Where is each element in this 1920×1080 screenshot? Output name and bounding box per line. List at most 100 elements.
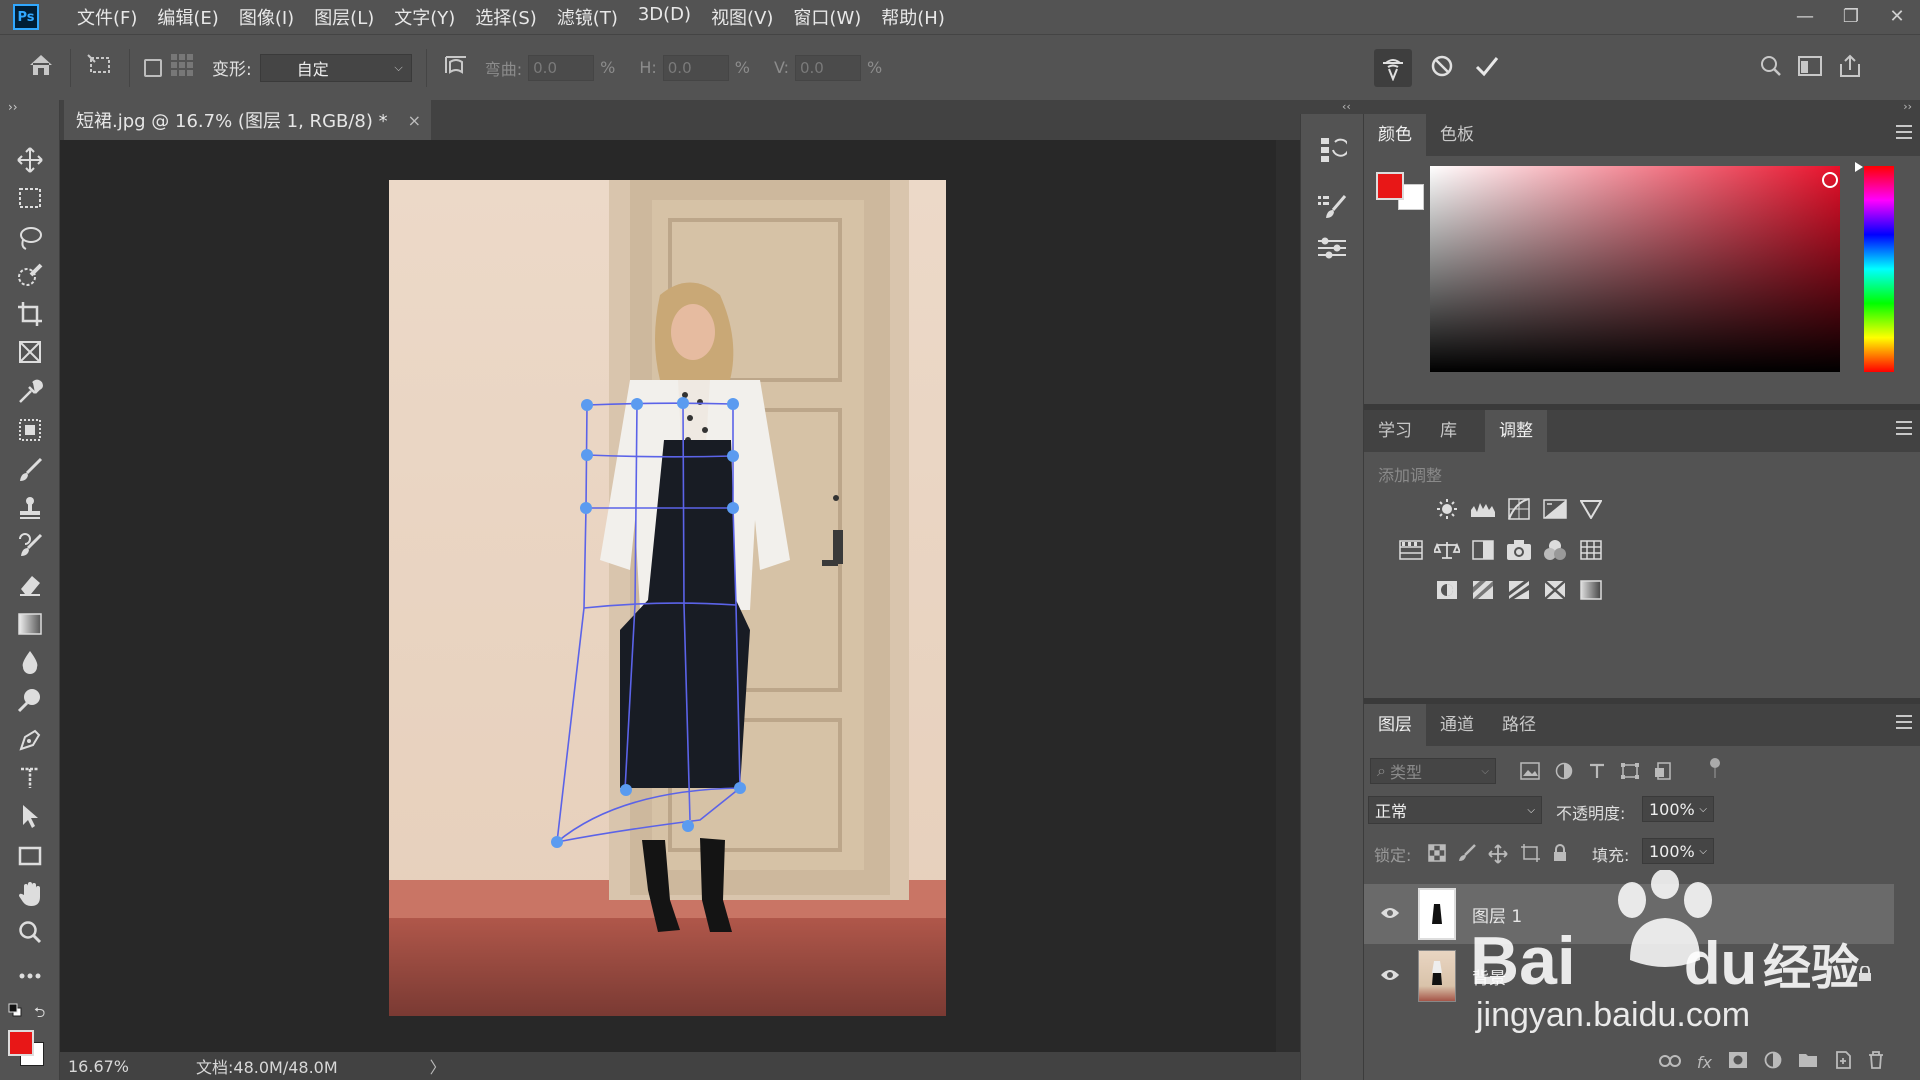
eraser-tool-icon[interactable] <box>14 568 46 600</box>
status-menu-arrow[interactable]: 〉 <box>430 1054 446 1078</box>
close-window-button[interactable]: ✕ <box>1874 0 1920 34</box>
workspace-icon[interactable] <box>1798 55 1822 82</box>
frame-tool-icon[interactable] <box>14 336 46 368</box>
menu-image[interactable]: 图像(I) <box>229 4 304 30</box>
menu-select[interactable]: 选择(S) <box>465 4 546 30</box>
dodge-tool-icon[interactable] <box>14 684 46 716</box>
properties-panel-icon[interactable] <box>1317 236 1347 265</box>
filter-toggle-switch[interactable] <box>1710 758 1720 780</box>
more-tools-icon[interactable] <box>14 960 46 992</box>
shape-filter-icon[interactable] <box>1620 762 1640 785</box>
levels-icon[interactable] <box>1470 498 1496 520</box>
exposure-icon[interactable] <box>1542 498 1568 520</box>
menu-type[interactable]: 文字(Y) <box>384 4 465 30</box>
pen-tool-icon[interactable] <box>14 724 46 756</box>
curves-icon[interactable] <box>1506 498 1532 520</box>
brush-settings-icon[interactable] <box>1317 194 1347 225</box>
tab-channels[interactable]: 通道 <box>1426 704 1488 746</box>
type-tool-icon[interactable] <box>14 762 46 794</box>
tab-layers[interactable]: 图层 <box>1364 704 1426 746</box>
new-layer-icon[interactable] <box>1834 1050 1852 1074</box>
warp-orientation-icon[interactable] <box>443 53 469 83</box>
channel-mixer-icon[interactable] <box>1542 539 1568 561</box>
h-input[interactable]: 0.0 <box>662 54 729 81</box>
menu-layer[interactable]: 图层(L) <box>304 4 384 30</box>
menu-filter[interactable]: 滤镜(T) <box>547 4 628 30</box>
posterize-icon[interactable] <box>1470 579 1496 601</box>
color-panel-menu-icon[interactable] <box>1896 125 1912 139</box>
menu-view[interactable]: 视图(V) <box>701 4 783 30</box>
pixel-filter-icon[interactable] <box>1520 762 1540 785</box>
visibility-eye-icon[interactable] <box>1372 904 1408 925</box>
new-adjustment-layer-icon[interactable] <box>1764 1051 1782 1074</box>
brightness-icon[interactable] <box>1434 498 1460 520</box>
gradient-map-icon[interactable] <box>1578 579 1604 601</box>
tab-learn[interactable]: 学习 <box>1364 410 1426 452</box>
tab-color[interactable]: 颜色 <box>1364 114 1426 156</box>
quick-selection-tool-icon[interactable] <box>14 260 46 292</box>
invert-icon[interactable] <box>1434 579 1460 601</box>
fill-input[interactable]: 100% ⌵ <box>1642 838 1714 864</box>
restore-button[interactable]: ❐ <box>1828 0 1874 34</box>
layer-filter-select[interactable]: ⌕ 类型 ⌵ <box>1370 758 1496 784</box>
history-panel-icon[interactable] <box>1319 136 1350 169</box>
healing-brush-tool-icon[interactable] <box>14 414 46 446</box>
smart-object-filter-icon[interactable] <box>1654 762 1674 785</box>
v-input[interactable]: 0.0 <box>795 54 861 81</box>
default-colors-icon[interactable] <box>8 1002 22 1022</box>
link-layers-icon[interactable] <box>1658 1052 1681 1072</box>
crop-tool-icon[interactable] <box>14 298 46 330</box>
lock-position-icon[interactable] <box>1488 844 1508 869</box>
color-balance-icon[interactable] <box>1434 539 1460 561</box>
blend-mode-select[interactable]: 正常 ⌵ <box>1368 796 1542 824</box>
layers-panel-menu-icon[interactable] <box>1896 715 1912 729</box>
minimize-button[interactable]: — <box>1782 0 1828 34</box>
lock-pixels-icon[interactable] <box>1458 844 1476 869</box>
home-icon[interactable] <box>28 53 54 83</box>
menu-window[interactable]: 窗口(W) <box>783 4 871 30</box>
vibrance-icon[interactable] <box>1578 498 1604 520</box>
type-filter-icon[interactable] <box>1588 762 1606 785</box>
color-lookup-icon[interactable] <box>1578 539 1604 561</box>
zoom-tool-icon[interactable] <box>14 916 46 948</box>
opacity-input[interactable]: 100% ⌵ <box>1642 796 1714 822</box>
gradient-tool-icon[interactable] <box>14 608 46 640</box>
adjust-panel-menu-icon[interactable] <box>1896 421 1912 435</box>
commit-transform-icon[interactable] <box>1474 54 1500 83</box>
puppet-warp-toggle[interactable] <box>1374 49 1412 87</box>
collapse-right-icon[interactable]: ›› <box>1903 100 1912 113</box>
expand-toolbar-icon[interactable]: ›› <box>8 100 18 114</box>
color-picker-marker[interactable] <box>1822 172 1838 188</box>
bend-input[interactable]: 0.0 <box>528 54 595 81</box>
collapse-left-icon[interactable]: ‹‹ <box>1342 100 1351 113</box>
close-tab-icon[interactable]: × <box>408 111 421 130</box>
transform-tool-icon[interactable] <box>87 53 113 82</box>
document-canvas[interactable] <box>60 140 1276 1052</box>
eyedropper-tool-icon[interactable] <box>14 376 46 408</box>
tab-libraries[interactable]: 库 <box>1426 410 1471 452</box>
warp-select[interactable]: 自定 ⌵ <box>259 53 412 82</box>
layer-style-icon[interactable]: fx <box>1697 1053 1712 1072</box>
delete-layer-icon[interactable] <box>1868 1050 1884 1074</box>
lasso-tool-icon[interactable] <box>14 222 46 254</box>
path-selection-tool-icon[interactable] <box>14 800 46 832</box>
tab-paths[interactable]: 路径 <box>1488 704 1550 746</box>
clone-stamp-tool-icon[interactable] <box>14 492 46 524</box>
canvas-area[interactable] <box>60 140 1300 1052</box>
tab-adjustments[interactable]: 调整 <box>1485 410 1547 452</box>
new-group-icon[interactable] <box>1798 1052 1818 1073</box>
menu-edit[interactable]: 编辑(E) <box>147 4 228 30</box>
selective-color-icon[interactable] <box>1542 579 1568 601</box>
share-icon[interactable] <box>1838 54 1862 83</box>
swap-colors-icon[interactable]: ⮌ <box>34 1002 45 1026</box>
rectangle-tool-icon[interactable] <box>14 840 46 872</box>
hand-tool-icon[interactable] <box>14 878 46 910</box>
marquee-tool-icon[interactable] <box>14 182 46 214</box>
reference-point-checkbox[interactable] <box>144 58 162 77</box>
color-field[interactable] <box>1430 166 1840 372</box>
history-brush-tool-icon[interactable] <box>14 530 46 562</box>
threshold-icon[interactable] <box>1506 579 1532 601</box>
brush-tool-icon[interactable] <box>14 454 46 486</box>
vertical-scrollbar[interactable] <box>1276 140 1300 1052</box>
add-mask-icon[interactable] <box>1728 1051 1748 1074</box>
